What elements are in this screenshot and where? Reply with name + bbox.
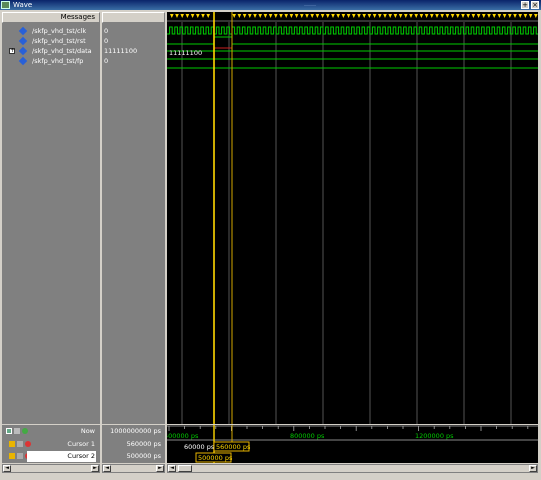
wave-pane-scrollbar[interactable]: ◄ ► (167, 464, 538, 473)
cursor-edit-icon[interactable] (14, 428, 20, 434)
lock-icon[interactable] (9, 453, 15, 459)
data-bus-value-label: 11111100 (169, 49, 202, 57)
now-value: 1000000000 ps (110, 427, 161, 435)
signal-value: 0 (104, 37, 109, 45)
close-icon[interactable]: × (531, 1, 539, 9)
cursor2-label: Cursor 2 (27, 451, 96, 462)
marker-strip (167, 12, 538, 21)
cursor1-label: Cursor 1 (67, 440, 95, 448)
signal-row[interactable]: /skfp_vhd_tst/fp (2, 56, 100, 66)
cursor2-row[interactable]: Cursor 2 (2, 451, 100, 462)
signal-name: /skfp_vhd_tst/clk (32, 27, 87, 35)
signal-diamond-icon (18, 26, 28, 36)
cursor2-time-label: 500000 ps (198, 454, 233, 462)
signal-name: /skfp_vhd_tst/data (32, 47, 92, 55)
value-pane-scrollbar[interactable]: ◄ ► (102, 464, 165, 473)
signal-diamond-icon (18, 36, 28, 46)
scroll-right-icon[interactable]: ► (91, 465, 99, 472)
scroll-left-icon[interactable]: ◄ (103, 465, 111, 472)
timeline-canvas[interactable]: 400000 ps 800000 ps 1200000 ps 60000 ps … (167, 425, 538, 463)
signal-diamond-icon (18, 56, 28, 66)
waveform-pane[interactable]: 11111100 (167, 12, 538, 424)
signal-value-pane: 0 0 11111100 0 (102, 12, 165, 424)
timeline-pane[interactable]: 400000 ps 800000 ps 1200000 ps 60000 ps … (167, 425, 538, 463)
signal-row[interactable]: /skfp_vhd_tst/rst (2, 36, 100, 46)
messages-header[interactable]: Messages (2, 12, 100, 23)
scroll-right-icon[interactable]: ► (529, 465, 537, 472)
cursor-add-icon[interactable] (6, 428, 12, 434)
rst-trace (167, 36, 538, 45)
lock-icon[interactable] (9, 441, 15, 447)
cursor1-value: 560000 ps (126, 440, 161, 448)
scroll-left-icon[interactable]: ◄ (168, 465, 176, 472)
scroll-left-icon[interactable]: ◄ (3, 465, 11, 472)
delete-cursor-icon[interactable] (25, 441, 31, 447)
scroll-thumb[interactable] (178, 465, 192, 472)
signal-value: 11111100 (104, 47, 138, 55)
signal-name: /skfp_vhd_tst/fp (32, 57, 84, 65)
title-bar[interactable]: Wave …… + × (0, 0, 541, 10)
cursor-remove-icon[interactable] (22, 428, 28, 434)
scroll-right-icon[interactable]: ► (156, 465, 164, 472)
name-pane-scrollbar[interactable]: ◄ ► (2, 464, 100, 473)
pencil-icon[interactable] (17, 441, 23, 447)
signal-value: 0 (104, 27, 109, 35)
signal-row[interactable]: + /skfp_vhd_tst/data (2, 46, 100, 56)
cursor1-delta-label: 60000 ps (184, 443, 215, 451)
expand-icon[interactable]: + (9, 48, 15, 54)
cursor1-row[interactable]: Cursor 1 (2, 439, 100, 450)
signal-value: 0 (104, 57, 109, 65)
wave-window-icon (1, 1, 10, 9)
value-header[interactable] (102, 12, 165, 23)
clk-trace (167, 26, 538, 35)
now-row: Now (2, 426, 100, 437)
waveform-canvas[interactable]: 11111100 (167, 12, 538, 424)
tick-label-400000: 400000 ps (167, 432, 199, 440)
tick-label-800000: 800000 ps (290, 432, 325, 440)
signal-name-pane: Messages /skfp_vhd_tst/clk/skfp_vhd_tst/… (2, 12, 100, 424)
signal-diamond-icon (18, 46, 28, 56)
cursor-pane: Now Cursor 1 Cursor 2 1000000000 ps 5600… (0, 425, 541, 463)
tick-label-1200000: 1200000 ps (415, 432, 454, 440)
cursor2-value: 500000 ps (126, 452, 161, 460)
title-grip: …… (304, 1, 316, 8)
cursor1-time-label: 560000 ps (216, 443, 251, 451)
pencil-icon[interactable] (17, 453, 23, 459)
signal-name: /skfp_vhd_tst/rst (32, 37, 86, 45)
cursor-name-pane: Now Cursor 1 Cursor 2 (2, 425, 100, 463)
now-label: Now (80, 427, 95, 435)
cursor-value-pane: 1000000000 ps 560000 ps 500000 ps (102, 425, 165, 463)
wave-window: Wave …… + × Messages /skfp_vhd_tst/clk/s… (0, 0, 541, 480)
window-title: Wave (13, 1, 33, 9)
dock-icon[interactable]: + (521, 1, 529, 9)
signal-row[interactable]: /skfp_vhd_tst/clk (2, 26, 100, 36)
